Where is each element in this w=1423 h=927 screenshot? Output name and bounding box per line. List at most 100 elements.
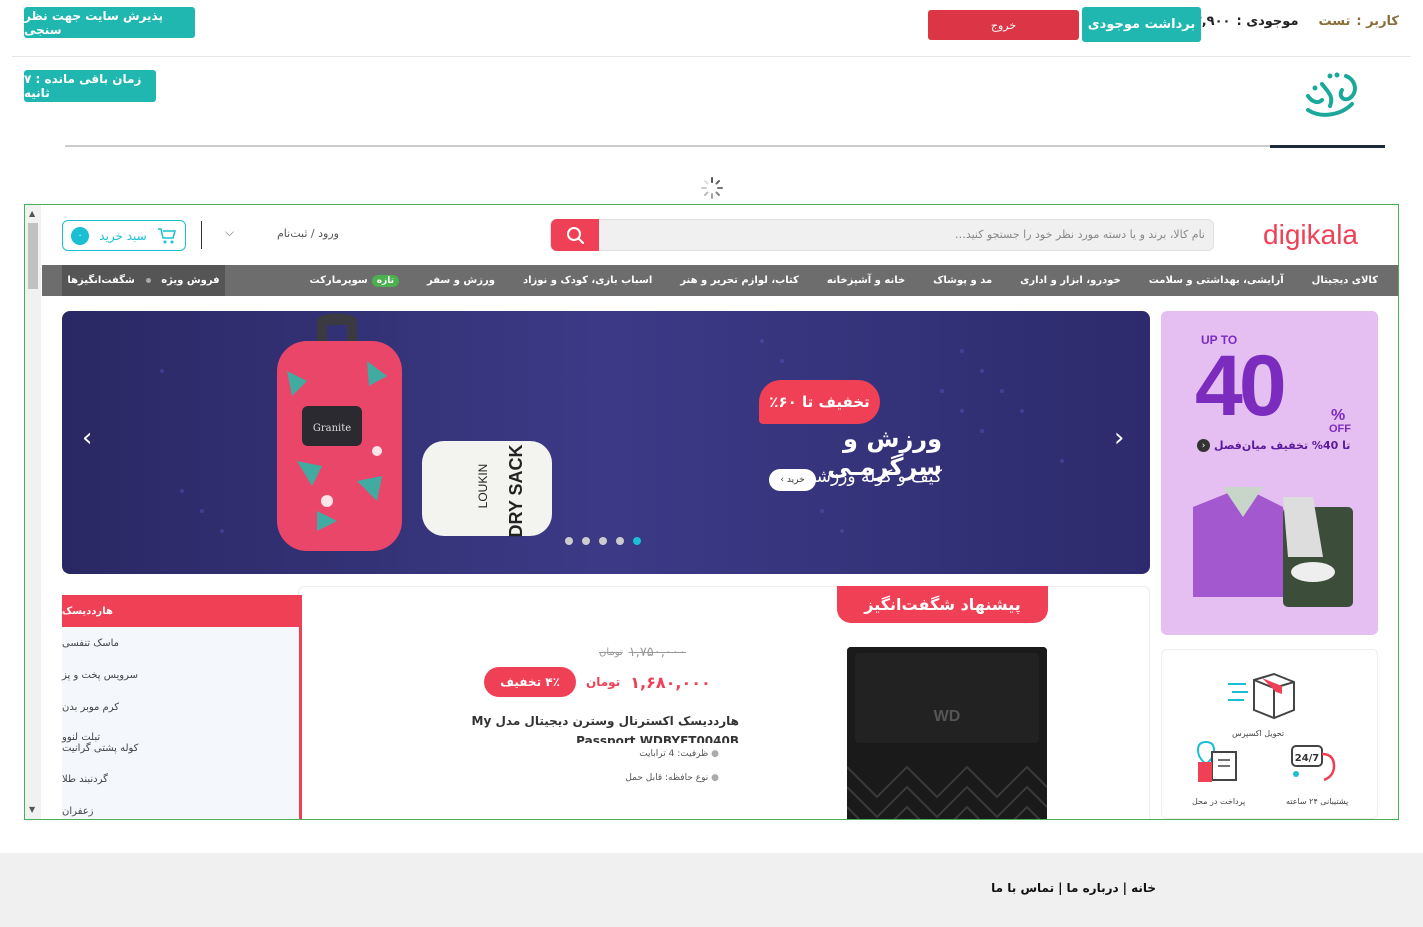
amazing-offer-box[interactable]: پیشنهاد شگفت‌انگیز WD ۱,۷۵۰,۰۰۰ تومان ۱,… [298, 586, 1150, 819]
bullet-icon: ● [711, 749, 719, 759]
footer-sep: | [1058, 881, 1063, 895]
new-badge: تازه [371, 274, 399, 287]
hero-buy-button[interactable]: ‹ خرید [769, 469, 816, 491]
nav-item-fashion[interactable]: مد و پوشاک [933, 275, 992, 286]
promo-big-number: 40 [1195, 338, 1287, 434]
promo-caption-row: تا 40% تخفیف میان‌فصل ‹ [1197, 439, 1350, 452]
spec-item: ● نوع حافظه: قابل حمل [499, 766, 719, 790]
promo-off: OFF [1329, 423, 1351, 435]
category-nav: کالای دیجیتال آرایشی، بهداشتی و سلامت خو… [42, 265, 1398, 296]
nav-item-books[interactable]: کتاب، لوازم تحریر و هنر [680, 275, 799, 286]
brand-logo[interactable] [1300, 66, 1366, 126]
hero-slider[interactable]: ‹ › Granite DRY SACK LOUKIN تخفیف تا ۶۰٪… [62, 311, 1150, 574]
search-icon [567, 227, 584, 244]
chevron-left-icon: ‹ [780, 475, 784, 485]
spec-item: ● ظرفیت: 4 ترابایت [499, 742, 719, 766]
hero-dot[interactable] [599, 537, 607, 545]
spec-capacity: ظرفیت: 4 ترابایت [639, 749, 709, 759]
footer-links: خانه | درباره ما | تماس با ما [991, 881, 1156, 895]
hero-prev-arrow-icon[interactable]: ‹ [82, 423, 92, 453]
withdraw-button[interactable]: برداشت موجودی [1082, 7, 1201, 42]
cart-label: سبد خرید [99, 228, 147, 243]
hero-dot[interactable] [616, 537, 624, 545]
old-price: ۱,۷۵۰,۰۰۰ [628, 645, 686, 660]
backpack-brand: Granite [313, 423, 351, 434]
frame-scrollbar[interactable]: ▲ ▼ [25, 205, 41, 819]
nav-item-supermarket[interactable]: سوپرمارکت تازه [309, 274, 399, 287]
loading-spinner-icon [700, 176, 724, 200]
product-specs: ● ظرفیت: 4 ترابایت ● نوع حافظه: قابل حمل [499, 742, 719, 790]
search-box[interactable]: نام کالا، برند و یا دسته مورد نظر خود را… [550, 219, 1214, 251]
spec-type: نوع حافظه: قابل حمل [625, 773, 709, 783]
nav-item-beauty[interactable]: آرایشی، بهداشتی و سلامت [1149, 275, 1284, 286]
nav-item-toys[interactable]: اسباب بازی، کودک و نوزاد [523, 275, 652, 286]
nav-item-sport[interactable]: ورزش و سفر [427, 275, 495, 286]
express-delivery-icon [1228, 672, 1295, 720]
cart-icon [158, 227, 176, 243]
logo-suffix: kala [1306, 219, 1358, 250]
footer-sep: | [1122, 881, 1128, 895]
promo-banner[interactable]: UP TO 40 % OFF تا 40% تخفیف میان‌فصل ‹ [1161, 311, 1378, 635]
accept-site-button[interactable]: پذیرش سایت جهت نظر سنجی [24, 7, 195, 38]
price-unit: تومان [586, 675, 621, 689]
list-item[interactable]: ماسک تنفسی [62, 627, 299, 659]
nav-item-home[interactable]: خانه و آشپزخانه [827, 275, 905, 286]
header-divider [201, 221, 202, 249]
footer-link-about[interactable]: درباره ما [1066, 881, 1118, 895]
user-name: تست [1318, 14, 1351, 29]
sack-text: DRY SACK [506, 444, 526, 537]
price-row: ۱,۶۸۰,۰۰۰ تومان ۴٪ تخفیف [484, 667, 711, 697]
svg-text:24/7: 24/7 [1295, 753, 1320, 764]
discount-badge: ۴٪ تخفیف [484, 667, 576, 697]
list-item[interactable]: گردنبند طلا [62, 763, 299, 795]
search-button[interactable] [551, 219, 599, 251]
logout-button[interactable]: خروج [928, 10, 1079, 40]
product-image[interactable]: WD [847, 647, 1047, 819]
hero-dot-active[interactable] [633, 537, 641, 545]
nav-supermarket-label: سوپرمارکت [309, 275, 368, 286]
support-24-icon: 24/7 [1291, 745, 1336, 782]
nav-item-car-tools[interactable]: خودرو، ابزار و اداری [1020, 275, 1121, 286]
brand-logo-mark [1306, 72, 1357, 117]
list-item[interactable]: سرویس پخت و پز [62, 659, 299, 691]
hero-dot[interactable] [582, 537, 590, 545]
services-box: تحویل اکسپرس 24/7 پشتیبانی ۲۴ ساعته پردا… [1161, 649, 1378, 819]
product-title[interactable]: هارددیسک اکسترنال وسترن دیجیتال مدل My Pa… [419, 711, 739, 743]
hero-buy-label: خرید [786, 475, 805, 485]
list-item[interactable]: هارددیسک [62, 595, 299, 627]
digikala-logo[interactable]: digikala [1263, 219, 1358, 251]
nav-item-amazing[interactable]: شگفت‌انگیزها [67, 275, 134, 286]
footer-link-contact[interactable]: تماس با ما [991, 881, 1054, 895]
login-link[interactable]: ورود / ثبت‌نام [277, 227, 339, 240]
logo-prefix: digi [1263, 219, 1307, 250]
nav-item-special-sale[interactable]: فروش ویژه [161, 275, 219, 286]
header-rule-accent [1270, 145, 1385, 148]
list-item: تبلت لنوو [62, 732, 101, 743]
hero-discount-badge: تخفیف تا ۶۰٪ [759, 380, 880, 424]
cart-button[interactable]: سبد خرید ۰ [62, 220, 186, 251]
promo-caption: تا 40% تخفیف میان‌فصل [1214, 439, 1351, 452]
service-label-support: پشتیبانی ۲۴ ساعته [1286, 797, 1349, 806]
search-input[interactable]: نام کالا، برند و یا دسته مورد نظر خود را… [955, 228, 1205, 241]
list-item[interactable]: زعفران [62, 795, 299, 819]
backpack-image: Granite [277, 313, 402, 551]
scroll-down-icon[interactable]: ▼ [29, 805, 35, 814]
hero-background-pattern [160, 339, 1064, 533]
clothes-image [1193, 487, 1353, 607]
site-preview-frame[interactable]: ▲ ▼ digikala نام کالا، برند و یا دسته مو… [24, 204, 1399, 820]
footer-link-home[interactable]: خانه [1131, 881, 1156, 895]
hero-dot[interactable] [565, 537, 573, 545]
current-price: ۱,۶۸۰,۰۰۰ [630, 672, 711, 692]
nav-item-digital[interactable]: کالای دیجیتال [1312, 275, 1378, 286]
scroll-thumb[interactable] [28, 223, 38, 289]
hero-pagination [565, 537, 641, 545]
nav-dot [145, 278, 151, 283]
chevron-down-icon[interactable]: ⌵ [225, 225, 234, 240]
service-label-express: تحویل اکسپرس [1232, 729, 1285, 738]
list-item[interactable]: کرم موبر بدن [62, 691, 299, 723]
hero-next-arrow-icon[interactable]: › [1114, 423, 1124, 453]
page-footer: خانه | درباره ما | تماس با ما [0, 853, 1423, 927]
old-price-unit: تومان [599, 647, 623, 658]
list-item-pair[interactable]: تبلت لنوو کوله پشتی گرانیت [62, 723, 299, 763]
scroll-up-icon[interactable]: ▲ [29, 209, 35, 218]
